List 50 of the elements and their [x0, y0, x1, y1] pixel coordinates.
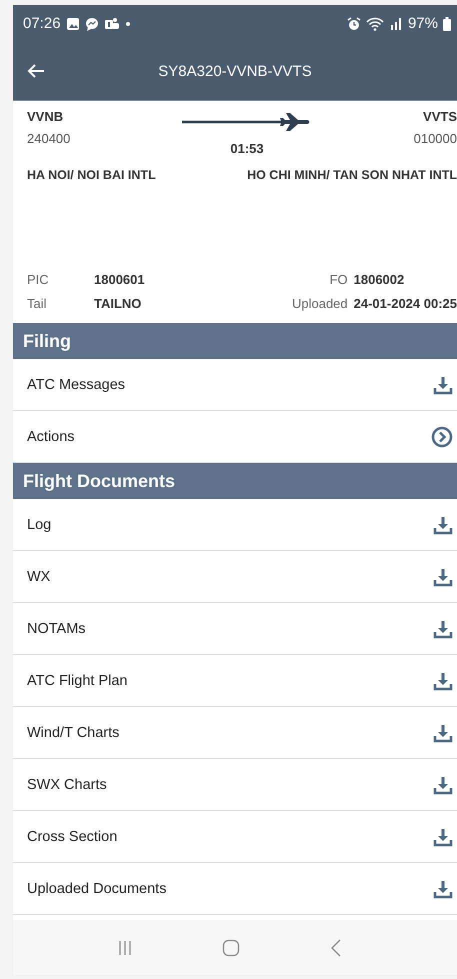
screen-title: SY8A320-VVNB-VVTS: [157, 62, 313, 80]
destination-time: 010000: [414, 131, 457, 146]
field-value: TAILNO: [94, 296, 142, 311]
origin-time: 240400: [27, 131, 70, 146]
field-value: 1800601: [94, 272, 146, 287]
download-icon[interactable]: [433, 514, 453, 534]
battery-percent: 97%: [408, 15, 438, 32]
destination-airport: HO CHI MINH/ TAN SON NHAT INTL: [247, 168, 457, 182]
list-row[interactable]: SWX Charts: [13, 759, 457, 811]
flight-duration: 01:53: [230, 141, 264, 156]
download-icon[interactable]: [433, 618, 453, 638]
list-row[interactable]: Log: [13, 499, 457, 551]
download-icon[interactable]: [433, 722, 453, 742]
field-label: FO: [328, 272, 348, 287]
status-time: 07:26: [23, 15, 61, 32]
destination-code: VVTS: [423, 109, 457, 124]
download-icon[interactable]: [433, 878, 453, 898]
battery-icon: [443, 16, 451, 30]
field-label: PIC: [27, 272, 50, 287]
list-row[interactable]: ATC Messages: [13, 359, 457, 411]
download-icon[interactable]: [433, 826, 453, 846]
origin-code: VVNB: [27, 109, 64, 124]
back-icon[interactable]: [330, 938, 342, 956]
image-icon: [66, 16, 80, 30]
download-icon[interactable]: [433, 566, 453, 586]
field-value: 24-01-2024 00:25: [354, 296, 457, 311]
chevron-circle-icon[interactable]: [431, 426, 453, 448]
back-arrow-icon[interactable]: [27, 63, 45, 79]
home-icon[interactable]: [222, 938, 240, 956]
list-row[interactable]: WX: [13, 551, 457, 603]
download-icon[interactable]: [433, 670, 453, 690]
section-header: Flight Documents: [13, 463, 457, 499]
list-row[interactable]: NOTAMs: [13, 603, 457, 655]
recent-apps-icon[interactable]: [118, 940, 132, 956]
dot-icon: [124, 20, 131, 26]
list-row[interactable]: Uploaded Documents: [13, 863, 457, 915]
alarm-icon: [346, 16, 361, 30]
list-row[interactable]: ATC Flight Plan: [13, 655, 457, 707]
section-header: Filing: [13, 323, 457, 359]
field-label: Uploaded: [292, 296, 348, 311]
origin-airport: HA NOI/ NOI BAI INTL: [27, 168, 156, 182]
chat-bubble-icon: [84, 16, 99, 30]
field-label: Tail: [27, 296, 48, 311]
field-value: 1806002: [354, 272, 406, 287]
signal-icon: [388, 16, 403, 30]
wifi-icon: [366, 16, 384, 30]
list-row[interactable]: Wind/T Charts: [13, 707, 457, 759]
list-row[interactable]: Cross Section: [13, 811, 457, 863]
download-icon[interactable]: [433, 374, 453, 394]
download-icon[interactable]: [433, 774, 453, 794]
